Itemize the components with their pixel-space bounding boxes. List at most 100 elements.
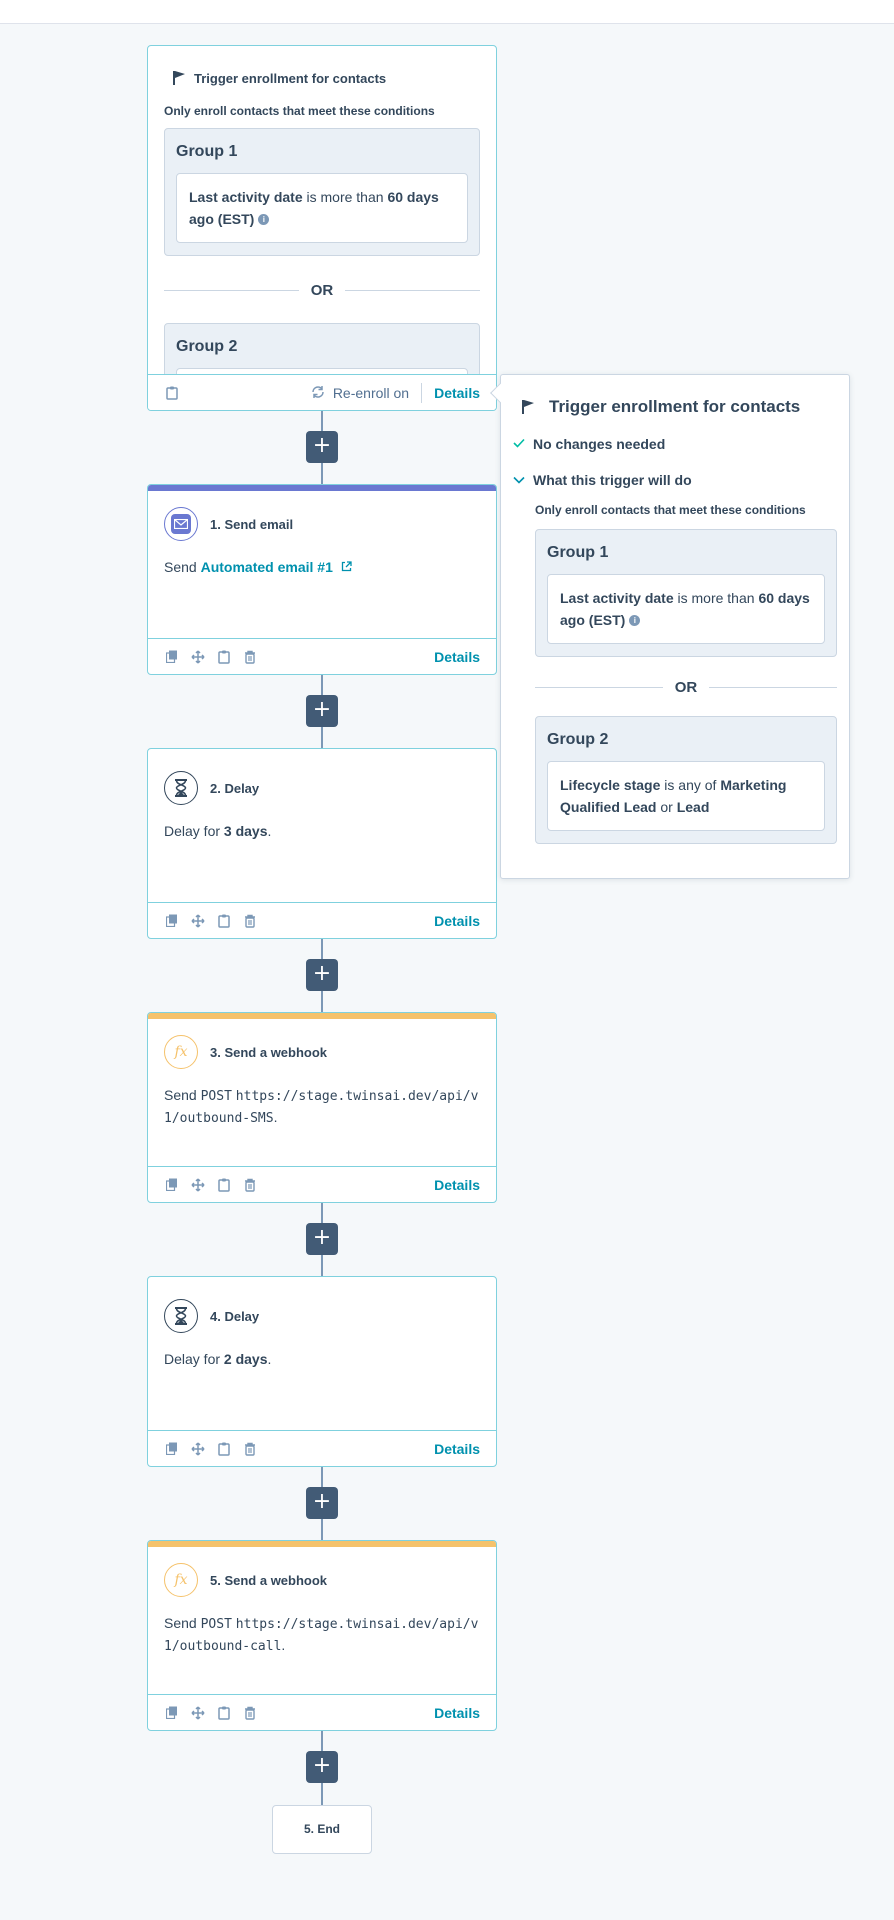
hourglass-icon [164, 1299, 198, 1333]
step-footer: Details [148, 638, 496, 674]
popover-subtitle: Only enroll contacts that meet these con… [535, 503, 806, 517]
trash-icon[interactable] [242, 649, 258, 665]
add-action-button[interactable]: + [306, 1223, 338, 1255]
external-link-icon[interactable] [341, 557, 355, 572]
copy-icon[interactable] [164, 1705, 180, 1721]
group-title: Group 1 [547, 544, 609, 561]
add-action-button[interactable]: + [306, 1487, 338, 1519]
hourglass-icon [164, 771, 198, 805]
step-details-link[interactable]: Details [434, 1177, 480, 1193]
copy-icon[interactable] [164, 649, 180, 665]
step-footer: Details [148, 1166, 496, 1202]
step-title: 3. Send a webhook [210, 1044, 328, 1060]
or-divider: OR [535, 679, 837, 696]
step-title: 5. Send a webhook [210, 1572, 328, 1588]
clipboard-icon[interactable] [164, 385, 180, 401]
action-card-delay[interactable]: 2. Delay Delay for 3 days. Details [147, 748, 497, 939]
action-card-delay[interactable]: 4. Delay Delay for 2 days. Details [147, 1276, 497, 1467]
add-action-button[interactable]: + [306, 431, 338, 463]
step-details-link[interactable]: Details [434, 913, 480, 929]
action-card-send-email[interactable]: 1. Send email Send Automated email #1 De… [147, 484, 497, 675]
status-text: No changes needed [533, 436, 666, 452]
step-text-suffix: . [273, 1109, 278, 1125]
group-title: Group 2 [547, 731, 609, 748]
action-card-webhook[interactable]: fx 3. Send a webhook Send POST https://s… [147, 1012, 497, 1203]
group-title: Group 1 [176, 143, 238, 160]
reenroll-label[interactable]: Re-enroll on [333, 385, 409, 401]
accent-bar [148, 485, 496, 491]
move-icon[interactable] [190, 913, 206, 929]
popover-group-1: Group 1 Last activity date is more than … [535, 529, 837, 657]
condition-operator: is more than [673, 590, 759, 606]
accent-bar [148, 1013, 496, 1019]
expand-toggle[interactable]: What this trigger will do [501, 453, 849, 489]
accent-bar [148, 1541, 496, 1547]
step-text: Send [164, 559, 201, 575]
trash-icon[interactable] [242, 1705, 258, 1721]
step-text: Send [164, 1087, 201, 1103]
clipboard-icon[interactable] [216, 1177, 232, 1193]
flag-icon [521, 399, 537, 415]
condition-field: Last activity date [560, 590, 674, 606]
move-icon[interactable] [190, 649, 206, 665]
clipboard-icon[interactable] [216, 1441, 232, 1457]
step-text-suffix: . [281, 1637, 286, 1653]
trash-icon[interactable] [242, 1177, 258, 1193]
refresh-icon [311, 385, 327, 401]
trigger-footer: Re-enroll on Details [148, 374, 496, 410]
step-footer: Details [148, 1430, 496, 1466]
email-link[interactable]: Automated email #1 [201, 559, 333, 575]
add-action-button[interactable]: + [306, 1751, 338, 1783]
popover-group-2: Group 2 Lifecycle stage is any of Market… [535, 716, 837, 844]
step-text: Delay for [164, 1351, 224, 1367]
step-footer: Details [148, 902, 496, 938]
email-icon [164, 507, 198, 541]
condition[interactable]: Last activity date is more than 60 days … [176, 173, 468, 243]
clipboard-icon[interactable] [216, 1705, 232, 1721]
info-icon[interactable]: i [629, 615, 641, 626]
delay-value: 2 days [223, 1351, 268, 1367]
copy-icon[interactable] [164, 1441, 180, 1457]
step-text: Delay for [164, 823, 224, 839]
move-icon[interactable] [190, 1177, 206, 1193]
clipboard-icon[interactable] [216, 913, 232, 929]
delay-value: 3 days [223, 823, 268, 839]
step-details-link[interactable]: Details [434, 1441, 480, 1457]
flag-icon [172, 70, 188, 86]
trigger-details-link[interactable]: Details [434, 385, 480, 401]
condition-field: Last activity date [189, 189, 303, 205]
trigger-card[interactable]: Trigger enrollment for contacts Only enr… [147, 45, 497, 411]
trash-icon[interactable] [242, 913, 258, 929]
or-divider: OR [164, 282, 480, 299]
condition-operator: is more than [302, 189, 388, 205]
copy-icon[interactable] [164, 913, 180, 929]
step-text-suffix: . [267, 1351, 272, 1367]
group-title: Group 2 [176, 338, 238, 355]
trash-icon[interactable] [242, 1441, 258, 1457]
info-icon[interactable]: i [258, 214, 270, 225]
clipboard-icon[interactable] [216, 649, 232, 665]
move-icon[interactable] [190, 1441, 206, 1457]
condition-value: Lead [676, 799, 710, 815]
fx-icon: fx [164, 1563, 198, 1597]
action-card-webhook[interactable]: fx 5. Send a webhook Send POST https://s… [147, 1540, 497, 1731]
check-icon [513, 435, 527, 453]
add-action-button[interactable]: + [306, 959, 338, 991]
step-title: 4. Delay [210, 1308, 260, 1324]
end-node: 5. End [272, 1805, 372, 1854]
step-details-link[interactable]: Details [434, 649, 480, 665]
add-action-button[interactable]: + [306, 695, 338, 727]
or-label: OR [674, 679, 698, 696]
condition: Lifecycle stage is any of Marketing Qual… [547, 761, 825, 831]
step-details-link[interactable]: Details [434, 1705, 480, 1721]
trigger-subtitle: Only enroll contacts that meet these con… [164, 104, 435, 118]
copy-icon[interactable] [164, 1177, 180, 1193]
step-footer: Details [148, 1694, 496, 1730]
http-method: POST [200, 1089, 232, 1104]
chevron-down-icon[interactable] [513, 471, 527, 489]
fx-icon: fx [164, 1035, 198, 1069]
top-toolbar [0, 0, 894, 24]
move-icon[interactable] [190, 1705, 206, 1721]
trigger-title: Trigger enrollment for contacts [194, 70, 387, 86]
expand-label[interactable]: What this trigger will do [533, 472, 692, 488]
